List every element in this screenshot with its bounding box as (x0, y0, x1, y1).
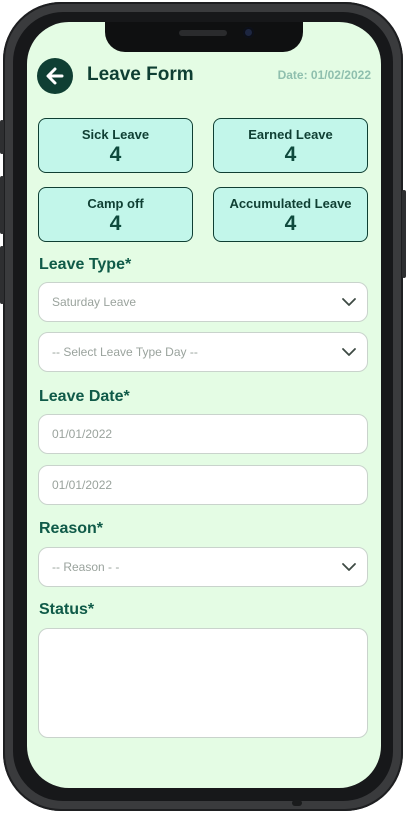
sick-leave-card: Sick Leave 4 (38, 118, 193, 173)
leave-date-from-field[interactable]: 01/01/2022 (38, 414, 368, 454)
status-heading: Status* (39, 601, 95, 618)
leave-type-day-placeholder: -- Select Leave Type Day -- (52, 345, 198, 359)
chevron-down-icon (342, 298, 356, 306)
phone-side-button-volume-down (0, 246, 4, 304)
back-button[interactable] (37, 58, 73, 94)
phone-side-button-volume-up (0, 176, 4, 234)
accumulated-leave-count: 4 (284, 212, 297, 235)
leave-type-heading: Leave Type* (39, 256, 132, 273)
app-screen: Leave Form Date: 01/02/2022 Sick Leave 4… (27, 22, 381, 788)
leave-date-to-field[interactable]: 01/01/2022 (38, 465, 368, 505)
leave-date-to-value: 01/01/2022 (52, 478, 113, 492)
phone-side-button-power (402, 190, 406, 278)
reason-heading: Reason* (39, 520, 104, 537)
sick-leave-label: Sick Leave (81, 127, 150, 142)
status-textarea[interactable] (38, 628, 368, 738)
leave-type-select[interactable]: Saturday Leave (38, 282, 368, 322)
accumulated-leave-label: Accumulated Leave (229, 196, 352, 211)
notch (105, 22, 303, 52)
earned-leave-card: Earned Leave 4 (213, 118, 368, 173)
leave-type-day-select[interactable]: -- Select Leave Type Day -- (38, 332, 368, 372)
current-date: Date: 01/02/2022 (277, 68, 371, 82)
leave-date-heading: Leave Date* (39, 388, 130, 405)
sick-leave-count: 4 (109, 143, 122, 166)
chevron-down-icon (342, 348, 356, 356)
camp-off-label: Camp off (87, 196, 144, 211)
chevron-down-icon (342, 563, 356, 571)
camp-off-card: Camp off 4 (38, 187, 193, 242)
earned-leave-label: Earned Leave (248, 127, 333, 142)
accumulated-leave-card: Accumulated Leave 4 (213, 187, 368, 242)
camp-off-count: 4 (109, 212, 122, 235)
page-title: Leave Form (87, 64, 194, 85)
leave-date-from-value: 01/01/2022 (52, 427, 113, 441)
earned-leave-count: 4 (284, 143, 297, 166)
reason-select[interactable]: -- Reason - - (38, 547, 368, 587)
phone-side-button-silent (0, 120, 4, 154)
speaker (179, 30, 227, 36)
leave-type-value: Saturday Leave (52, 295, 137, 309)
arrow-left-icon (46, 67, 64, 85)
reason-placeholder: -- Reason - - (52, 560, 120, 574)
phone-bottom-mark (292, 800, 302, 806)
front-camera (243, 27, 254, 38)
